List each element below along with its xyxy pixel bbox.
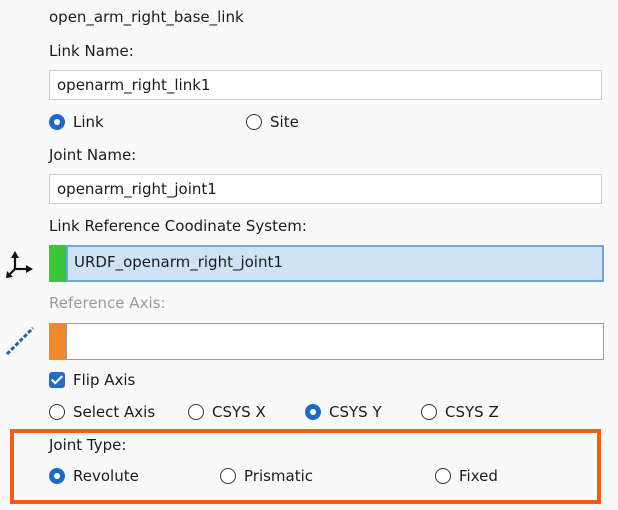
radio-link[interactable]: Link xyxy=(49,112,169,134)
radio-csys-y-indicator[interactable] xyxy=(305,404,321,420)
reference-axis-label: Reference Axis: xyxy=(49,294,166,312)
radio-site-indicator[interactable] xyxy=(246,114,262,130)
radio-link-label: Link xyxy=(73,113,104,131)
radio-csys-z-indicator[interactable] xyxy=(421,404,437,420)
radio-link-indicator[interactable] xyxy=(49,114,65,130)
radio-csys-x-label: CSYS X xyxy=(212,403,266,421)
reference-csys-field[interactable]: URDF_openarm_right_joint1 xyxy=(66,245,604,282)
radio-revolute[interactable]: Revolute xyxy=(49,466,169,488)
joint-type-label: Joint Type: xyxy=(49,436,127,454)
radio-csys-x[interactable]: CSYS X xyxy=(188,402,288,424)
link-reference-csys-label: Link Reference Coodinate System: xyxy=(49,217,307,235)
coordinate-axes-icon[interactable] xyxy=(3,249,35,281)
radio-fixed-label: Fixed xyxy=(459,467,498,485)
radio-fixed-indicator[interactable] xyxy=(435,468,451,484)
checkmark-icon[interactable] xyxy=(49,372,65,388)
radio-csys-y[interactable]: CSYS Y xyxy=(305,402,405,424)
radio-prismatic-indicator[interactable] xyxy=(220,468,236,484)
radio-revolute-label: Revolute xyxy=(73,467,139,485)
csys-color-swatch xyxy=(49,245,66,282)
radio-fixed[interactable]: Fixed xyxy=(435,466,535,488)
radio-csys-x-indicator[interactable] xyxy=(188,404,204,420)
radio-site[interactable]: Site xyxy=(246,112,366,134)
axis-line-icon[interactable] xyxy=(4,325,36,357)
radio-select-axis-indicator[interactable] xyxy=(49,404,65,420)
radio-csys-z[interactable]: CSYS Z xyxy=(421,402,521,424)
radio-revolute-indicator[interactable] xyxy=(49,468,65,484)
link-title: open_arm_right_base_link xyxy=(49,8,244,26)
radio-select-axis-label: Select Axis xyxy=(73,403,156,421)
flip-axis-checkbox[interactable]: Flip Axis xyxy=(49,370,169,392)
reference-axis-field[interactable] xyxy=(66,323,604,360)
radio-csys-y-label: CSYS Y xyxy=(329,403,382,421)
link-name-input[interactable]: openarm_right_link1 xyxy=(49,70,602,100)
joint-name-input[interactable]: openarm_right_joint1 xyxy=(49,174,602,204)
joint-name-label: Joint Name: xyxy=(49,146,137,164)
radio-csys-z-label: CSYS Z xyxy=(445,403,499,421)
link-name-label: Link Name: xyxy=(49,42,134,60)
radio-prismatic-label: Prismatic xyxy=(244,467,314,485)
radio-select-axis[interactable]: Select Axis xyxy=(49,402,169,424)
flip-axis-label: Flip Axis xyxy=(73,371,136,389)
axis-color-swatch xyxy=(49,323,66,360)
radio-site-label: Site xyxy=(270,113,299,131)
reference-csys-selector[interactable]: URDF_openarm_right_joint1 xyxy=(49,245,604,282)
radio-prismatic[interactable]: Prismatic xyxy=(220,466,340,488)
reference-axis-selector[interactable] xyxy=(49,323,604,360)
